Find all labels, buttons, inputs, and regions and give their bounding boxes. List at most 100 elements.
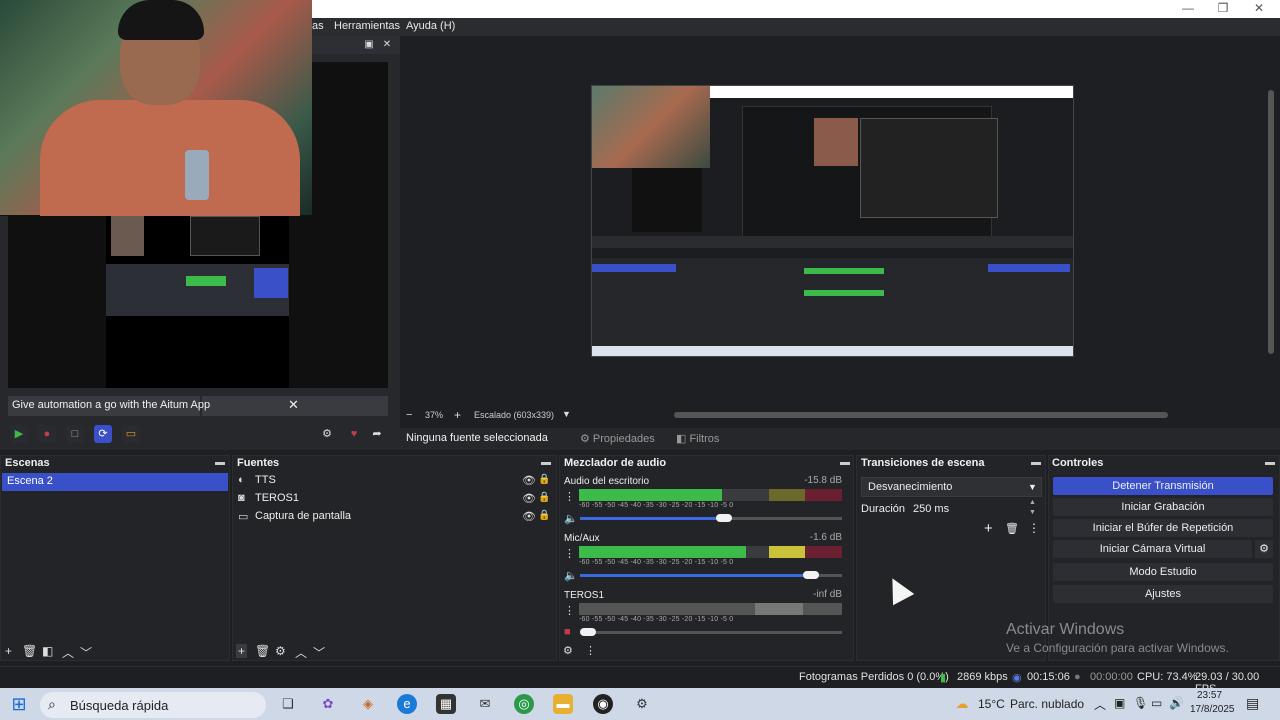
meet-icon[interactable]: ▣ [1114,696,1125,710]
volume-icon[interactable]: 🔊 [1169,696,1184,710]
heart-icon[interactable]: ♥ [345,425,363,443]
maximize-icon[interactable]: ❐ [1205,0,1241,18]
move-up-icon[interactable]: ︿ [62,644,74,661]
transition-select[interactable]: Desvanecimiento ▼ [861,477,1042,497]
obs-icon[interactable]: ◉ [593,694,613,714]
stream-toggle-icon[interactable]: ▶ [10,425,28,443]
scene-filters-icon[interactable]: ◧ [42,644,53,658]
source-move-up-icon[interactable]: ︿ [295,644,307,661]
filters-button[interactable]: ◧ Filtros [676,432,719,445]
menu-item-help[interactable]: Ayuda (H) [406,20,455,32]
start-recording-button[interactable]: Iniciar Grabación [1053,498,1273,516]
close-icon[interactable]: ✕ [1241,0,1277,18]
zoom-in-button[interactable]: + [454,408,461,422]
settings-app-icon[interactable]: ⚙ [632,694,652,714]
source-label: Captura de pantalla [255,510,352,522]
advanced-audio-icon[interactable]: ⚙ [563,644,573,657]
scale-dropdown-icon[interactable]: ▼ [562,409,571,419]
duration-input[interactable]: 250 ms [913,503,949,515]
source-item-screen-capture[interactable]: ▭ Captura de pantalla 👁 🔒 [238,509,554,527]
source-properties-icon[interactable]: ⚙ [275,644,286,658]
undock-icon[interactable]: ▣ [362,38,376,52]
remove-scene-icon[interactable]: 🗑 [22,644,37,658]
minimize-icon[interactable]: — [1170,0,1206,18]
tray-chevron-icon[interactable]: ︿ [1094,696,1106,713]
visibility-eye-icon[interactable]: 👁 [522,492,536,505]
microphone-icon[interactable]: 🎙 [1133,696,1148,710]
stop-streaming-button[interactable]: Detener Transmisión [1053,477,1273,495]
store-icon[interactable]: ▦ [436,694,456,714]
source-move-down-icon[interactable]: ﹀ [313,644,325,661]
settings-button[interactable]: Ajustes [1053,585,1273,603]
speaker-icon[interactable]: 🔈 [564,569,578,582]
no-source-label: Ninguna fuente seleccionada [406,432,548,444]
share-icon[interactable]: ➦ [368,425,386,443]
office-icon[interactable]: ◈ [358,694,378,714]
stepper-up-icon[interactable]: ▲ [1029,499,1036,506]
muted-speaker-icon[interactable]: ■ [564,626,571,638]
menu-item-partial[interactable]: as [312,20,324,32]
dock-close-icon[interactable]: ✕ [380,38,394,52]
move-down-icon[interactable]: ﹀ [80,644,92,661]
copilot-icon[interactable]: ✿ [318,694,338,714]
aitum-close-icon[interactable]: ✕ [288,397,299,413]
stop-icon[interactable]: □ [66,425,84,443]
mixer-channel-name: Audio del escritorio [564,476,650,487]
task-view-icon[interactable]: ❏ [278,694,298,714]
lock-icon[interactable]: 🔒 [538,474,550,485]
virtual-camera-icon[interactable]: ▭ [122,425,140,443]
source-item-teros1[interactable]: ◙ TEROS1 👁 🔒 [238,491,554,509]
virtual-camera-settings-icon[interactable]: ⚙ [1255,540,1273,558]
lock-icon[interactable]: 🔒 [538,492,550,503]
sources-dock-menu-icon[interactable]: ▬ [541,457,551,468]
activate-windows-subtitle: Ve a Configuración para activar Windows. [1006,641,1229,655]
edge-icon[interactable]: e [397,694,417,714]
mail-icon[interactable]: ✉ [475,694,495,714]
aitum-banner-text[interactable]: Give automation a go with the Aitum App [12,399,210,411]
chrome-icon[interactable]: ◎ [514,694,534,714]
controls-dock-menu-icon[interactable]: ▬ [1265,457,1275,468]
volume-slider[interactable] [580,571,842,579]
windows-start-icon[interactable]: ⊞ [9,694,29,714]
volume-slider[interactable] [580,628,842,636]
remove-source-icon[interactable]: 🗑 [255,644,270,658]
volume-slider[interactable] [580,514,842,522]
network-icon[interactable]: ▭ [1151,696,1162,710]
zoom-out-button[interactable]: − [406,409,412,421]
clock-time[interactable]: 23:57 [1197,690,1222,701]
add-scene-icon[interactable]: + [5,644,12,658]
notification-icon[interactable]: ▤ [1246,695,1259,712]
channel-menu-icon[interactable]: ⋮ [564,604,575,617]
taskbar-search[interactable]: ⌕ Búsqueda rápida [40,692,266,718]
replay-buffer-icon[interactable]: ⟳ [94,425,112,443]
stepper-down-icon[interactable]: ▼ [1029,509,1036,516]
transition-menu-icon[interactable]: ⋮ [1028,521,1040,535]
menu-item-tools[interactable]: Herramientas [334,20,400,32]
file-explorer-icon[interactable]: ▬ [553,694,573,714]
program-preview[interactable] [591,85,1074,357]
visibility-eye-icon[interactable]: 👁 [522,510,536,523]
visibility-eye-icon[interactable]: 👁 [522,474,536,487]
transitions-dock-menu-icon[interactable]: ▬ [1031,457,1041,468]
start-virtual-camera-button[interactable]: Iniciar Cámara Virtual [1053,540,1252,558]
mixer-menu-icon[interactable]: ⋮ [585,644,596,657]
preview-horizontal-scrollbar[interactable] [674,412,1168,418]
properties-button[interactable]: ⚙ Propiedades [580,432,655,445]
studio-mode-button[interactable]: Modo Estudio [1053,563,1273,581]
add-transition-icon[interactable]: + [984,520,993,537]
controls-title: Controles [1052,457,1104,469]
remove-transition-icon[interactable]: 🗑 [1005,522,1019,535]
lock-icon[interactable]: 🔒 [538,510,550,521]
scenes-dock-menu-icon[interactable]: ▬ [215,457,225,468]
source-item-tts[interactable]: ◐ TTS 👁 🔒 [238,473,554,491]
settings-gear-icon[interactable]: ⚙ [318,425,336,443]
preview-vertical-scrollbar[interactable] [1268,90,1274,354]
mixer-dock-menu-icon[interactable]: ▬ [840,457,850,468]
record-icon[interactable]: ● [38,425,56,443]
add-source-icon[interactable]: + [236,644,248,658]
speaker-icon[interactable]: 🔈 [564,512,578,525]
channel-menu-icon[interactable]: ⋮ [564,547,575,560]
clock-date[interactable]: 17/8/2025 [1190,704,1235,715]
channel-menu-icon[interactable]: ⋮ [564,490,575,503]
start-replay-buffer-button[interactable]: Iniciar el Búfer de Repetición [1053,519,1273,537]
